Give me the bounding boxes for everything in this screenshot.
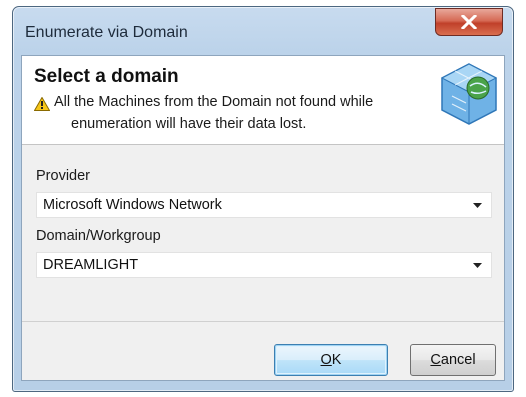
warning-text-line2: enumeration will have their data lost. [71, 116, 307, 132]
header-panel: Select a domain All the Machines from th… [22, 56, 504, 145]
domain-select[interactable]: DREAMLIGHT [36, 252, 492, 278]
window-title: Enumerate via Domain [25, 24, 188, 41]
dialog-client-area: Select a domain All the Machines from th… [21, 55, 505, 381]
close-button[interactable] [435, 8, 503, 36]
domain-select-value: DREAMLIGHT [43, 257, 139, 273]
close-icon [461, 15, 477, 29]
title-bar[interactable]: Enumerate via Domain [13, 7, 513, 53]
cancel-label-rest: ancel [440, 352, 476, 368]
warning-triangle-icon [34, 97, 50, 111]
chevron-down-icon[interactable] [473, 263, 482, 268]
ok-label-rest: K [331, 352, 342, 368]
warning-text-line1: All the Machines from the Domain not fou… [54, 94, 374, 110]
cancel-button[interactable]: Cancel [410, 344, 496, 376]
ok-button[interactable]: OK [274, 344, 388, 376]
ok-accelerator: O [320, 352, 332, 368]
domain-label: Domain/Workgroup [36, 228, 161, 244]
chevron-down-icon[interactable] [473, 203, 482, 208]
provider-label: Provider [36, 168, 90, 184]
header-title: Select a domain [34, 66, 179, 87]
provider-select[interactable]: Microsoft Windows Network [36, 192, 492, 218]
globe-network-icon [440, 63, 498, 125]
cancel-accelerator: C [430, 352, 441, 368]
button-separator [22, 321, 504, 322]
provider-select-value: Microsoft Windows Network [43, 197, 222, 213]
dialog-window: Enumerate via Domain Select a domain All… [12, 6, 514, 392]
